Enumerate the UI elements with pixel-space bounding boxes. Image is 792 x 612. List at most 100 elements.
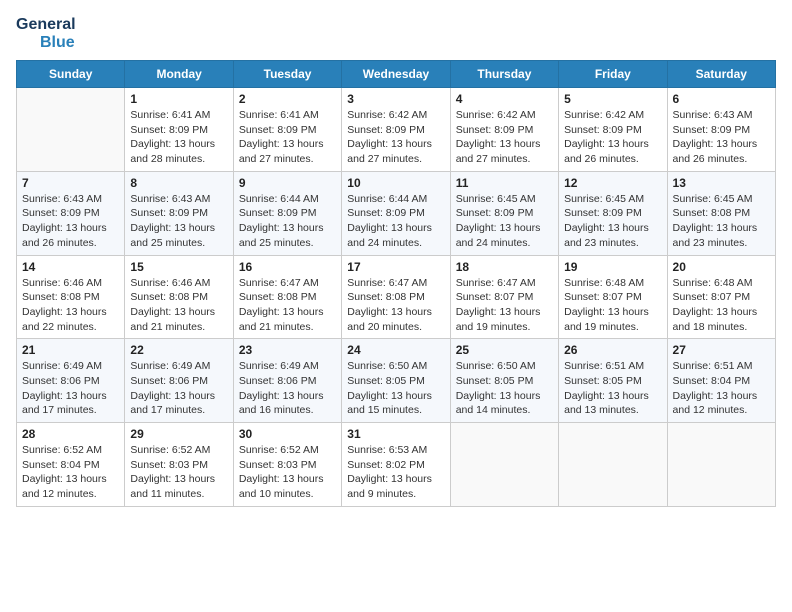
day-number: 19: [564, 260, 661, 274]
day-number: 18: [456, 260, 553, 274]
calendar-table: SundayMondayTuesdayWednesdayThursdayFrid…: [16, 60, 776, 507]
day-number: 30: [239, 427, 336, 441]
calendar-cell: 31 Sunrise: 6:53 AMSunset: 8:02 PMDayligh…: [342, 423, 450, 507]
weekday-header-row: SundayMondayTuesdayWednesdayThursdayFrid…: [17, 61, 776, 88]
day-info: Sunrise: 6:51 AMSunset: 8:04 PMDaylight:…: [673, 359, 770, 418]
calendar-cell: 25 Sunrise: 6:50 AMSunset: 8:05 PMDayligh…: [450, 339, 558, 423]
weekday-header-wednesday: Wednesday: [342, 61, 450, 88]
calendar-cell: 19 Sunrise: 6:48 AMSunset: 8:07 PMDayligh…: [559, 255, 667, 339]
calendar-cell: 3 Sunrise: 6:42 AMSunset: 8:09 PMDaylight…: [342, 88, 450, 172]
day-number: 7: [22, 176, 119, 190]
day-info: Sunrise: 6:49 AMSunset: 8:06 PMDaylight:…: [22, 359, 119, 418]
weekday-header-thursday: Thursday: [450, 61, 558, 88]
day-info: Sunrise: 6:45 AMSunset: 8:09 PMDaylight:…: [564, 192, 661, 251]
calendar-cell: 21Sunrise: 6:49 AMSunset: 8:06 PMDayligh…: [17, 339, 125, 423]
day-number: 3: [347, 92, 444, 106]
day-number: 17: [347, 260, 444, 274]
day-number: 25: [456, 343, 553, 357]
calendar-cell: 26 Sunrise: 6:51 AMSunset: 8:05 PMDayligh…: [559, 339, 667, 423]
calendar-cell: [450, 423, 558, 507]
day-number: 31: [347, 427, 444, 441]
calendar-cell: 17Sunrise: 6:47 AMSunset: 8:08 PMDayligh…: [342, 255, 450, 339]
day-info: Sunrise: 6:53 AMSunset: 8:02 PMDaylight:…: [347, 443, 444, 502]
day-info: Sunrise: 6:52 AMSunset: 8:03 PMDaylight:…: [130, 443, 227, 502]
week-row-4: 21Sunrise: 6:49 AMSunset: 8:06 PMDayligh…: [17, 339, 776, 423]
week-row-5: 28 Sunrise: 6:52 AMSunset: 8:04 PMDayligh…: [17, 423, 776, 507]
day-number: 9: [239, 176, 336, 190]
week-row-2: 7 Sunrise: 6:43 AMSunset: 8:09 PMDaylight…: [17, 171, 776, 255]
weekday-header-tuesday: Tuesday: [233, 61, 341, 88]
week-row-1: 1 Sunrise: 6:41 AMSunset: 8:09 PMDaylight…: [17, 88, 776, 172]
calendar-cell: 27 Sunrise: 6:51 AMSunset: 8:04 PMDayligh…: [667, 339, 775, 423]
day-info: Sunrise: 6:44 AMSunset: 8:09 PMDaylight:…: [239, 192, 336, 251]
day-number: 16: [239, 260, 336, 274]
day-info: Sunrise: 6:49 AMSunset: 8:06 PMDaylight:…: [130, 359, 227, 418]
calendar-cell: 5 Sunrise: 6:42 AMSunset: 8:09 PMDaylight…: [559, 88, 667, 172]
day-info: Sunrise: 6:42 AMSunset: 8:09 PMDaylight:…: [347, 108, 444, 167]
calendar-cell: 10 Sunrise: 6:44 AMSunset: 8:09 PMDayligh…: [342, 171, 450, 255]
weekday-header-sunday: Sunday: [17, 61, 125, 88]
calendar-cell: 22Sunrise: 6:49 AMSunset: 8:06 PMDayligh…: [125, 339, 233, 423]
day-info: Sunrise: 6:52 AMSunset: 8:04 PMDaylight:…: [22, 443, 119, 502]
day-number: 6: [673, 92, 770, 106]
page-header: General Blue: [16, 16, 776, 52]
day-info: Sunrise: 6:50 AMSunset: 8:05 PMDaylight:…: [456, 359, 553, 418]
day-number: 8: [130, 176, 227, 190]
day-info: Sunrise: 6:41 AMSunset: 8:09 PMDaylight:…: [130, 108, 227, 167]
day-info: Sunrise: 6:44 AMSunset: 8:09 PMDaylight:…: [347, 192, 444, 251]
calendar-cell: 7 Sunrise: 6:43 AMSunset: 8:09 PMDaylight…: [17, 171, 125, 255]
day-info: Sunrise: 6:45 AMSunset: 8:09 PMDaylight:…: [456, 192, 553, 251]
calendar-cell: 4Sunrise: 6:42 AMSunset: 8:09 PMDaylight…: [450, 88, 558, 172]
calendar-cell: 1 Sunrise: 6:41 AMSunset: 8:09 PMDaylight…: [125, 88, 233, 172]
calendar-cell: 9 Sunrise: 6:44 AMSunset: 8:09 PMDaylight…: [233, 171, 341, 255]
day-number: 10: [347, 176, 444, 190]
calendar-cell: 23Sunrise: 6:49 AMSunset: 8:06 PMDayligh…: [233, 339, 341, 423]
day-info: Sunrise: 6:50 AMSunset: 8:05 PMDaylight:…: [347, 359, 444, 418]
day-info: Sunrise: 6:42 AMSunset: 8:09 PMDaylight:…: [564, 108, 661, 167]
weekday-header-monday: Monday: [125, 61, 233, 88]
logo: General Blue: [16, 16, 76, 52]
calendar-cell: 8 Sunrise: 6:43 AMSunset: 8:09 PMDaylight…: [125, 171, 233, 255]
calendar-cell: 18 Sunrise: 6:47 AMSunset: 8:07 PMDayligh…: [450, 255, 558, 339]
day-number: 28: [22, 427, 119, 441]
calendar-cell: 11Sunrise: 6:45 AMSunset: 8:09 PMDayligh…: [450, 171, 558, 255]
day-info: Sunrise: 6:43 AMSunset: 8:09 PMDaylight:…: [22, 192, 119, 251]
calendar-cell: 29 Sunrise: 6:52 AMSunset: 8:03 PMDayligh…: [125, 423, 233, 507]
calendar-cell: 24 Sunrise: 6:50 AMSunset: 8:05 PMDayligh…: [342, 339, 450, 423]
week-row-3: 14 Sunrise: 6:46 AMSunset: 8:08 PMDayligh…: [17, 255, 776, 339]
day-number: 14: [22, 260, 119, 274]
day-info: Sunrise: 6:43 AMSunset: 8:09 PMDaylight:…: [130, 192, 227, 251]
calendar-cell: 28 Sunrise: 6:52 AMSunset: 8:04 PMDayligh…: [17, 423, 125, 507]
day-number: 5: [564, 92, 661, 106]
day-number: 27: [673, 343, 770, 357]
day-info: Sunrise: 6:46 AMSunset: 8:08 PMDaylight:…: [22, 276, 119, 335]
day-info: Sunrise: 6:52 AMSunset: 8:03 PMDaylight:…: [239, 443, 336, 502]
calendar-cell: 12Sunrise: 6:45 AMSunset: 8:09 PMDayligh…: [559, 171, 667, 255]
day-info: Sunrise: 6:42 AMSunset: 8:09 PMDaylight:…: [456, 108, 553, 167]
day-info: Sunrise: 6:43 AMSunset: 8:09 PMDaylight:…: [673, 108, 770, 167]
day-info: Sunrise: 6:49 AMSunset: 8:06 PMDaylight:…: [239, 359, 336, 418]
weekday-header-friday: Friday: [559, 61, 667, 88]
day-number: 26: [564, 343, 661, 357]
calendar-cell: 14 Sunrise: 6:46 AMSunset: 8:08 PMDayligh…: [17, 255, 125, 339]
day-info: Sunrise: 6:47 AMSunset: 8:07 PMDaylight:…: [456, 276, 553, 335]
calendar-cell: 20Sunrise: 6:48 AMSunset: 8:07 PMDayligh…: [667, 255, 775, 339]
day-info: Sunrise: 6:46 AMSunset: 8:08 PMDaylight:…: [130, 276, 227, 335]
day-number: 15: [130, 260, 227, 274]
logo-blue: Blue: [40, 34, 75, 52]
day-info: Sunrise: 6:47 AMSunset: 8:08 PMDaylight:…: [239, 276, 336, 335]
weekday-header-saturday: Saturday: [667, 61, 775, 88]
calendar-cell: [17, 88, 125, 172]
calendar-cell: [667, 423, 775, 507]
calendar-cell: 16 Sunrise: 6:47 AMSunset: 8:08 PMDayligh…: [233, 255, 341, 339]
day-number: 1: [130, 92, 227, 106]
day-info: Sunrise: 6:51 AMSunset: 8:05 PMDaylight:…: [564, 359, 661, 418]
day-info: Sunrise: 6:41 AMSunset: 8:09 PMDaylight:…: [239, 108, 336, 167]
day-number: 20: [673, 260, 770, 274]
logo-general: General: [16, 16, 76, 34]
day-number: 24: [347, 343, 444, 357]
day-info: Sunrise: 6:45 AMSunset: 8:08 PMDaylight:…: [673, 192, 770, 251]
day-number: 2: [239, 92, 336, 106]
day-info: Sunrise: 6:48 AMSunset: 8:07 PMDaylight:…: [564, 276, 661, 335]
day-number: 29: [130, 427, 227, 441]
